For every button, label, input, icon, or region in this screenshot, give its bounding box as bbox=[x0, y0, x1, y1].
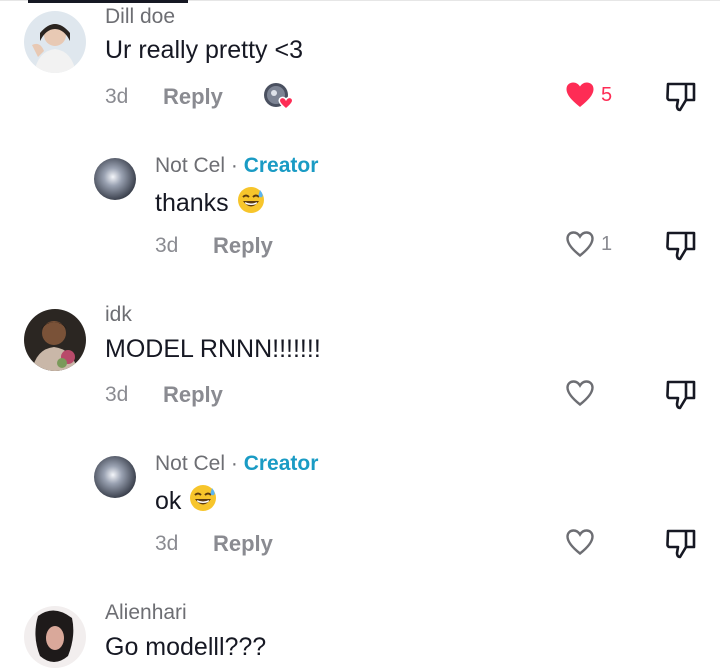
comment-text: MODEL RNNN!!!!!!! bbox=[105, 335, 321, 363]
comment-item: Alienhari Go modelll??? bbox=[0, 598, 720, 668]
username-text[interactable]: Not Cel bbox=[155, 452, 225, 475]
dislike-button[interactable] bbox=[664, 229, 698, 266]
reply-button[interactable]: Reply bbox=[163, 382, 223, 408]
comment-item: Dill doe Ur really pretty <3 3d Reply 5 bbox=[0, 0, 720, 130]
reply-button[interactable]: Reply bbox=[213, 531, 273, 557]
dislike-icon bbox=[666, 529, 696, 559]
comment-text: Go modelll??? bbox=[105, 633, 267, 661]
comment-username[interactable]: Not Cel · Creator bbox=[155, 452, 318, 476]
comment-username[interactable]: Alienhari bbox=[105, 601, 187, 625]
dislike-button[interactable] bbox=[664, 80, 698, 117]
heart-icon bbox=[566, 231, 594, 258]
like-count: 5 bbox=[601, 83, 613, 106]
dislike-button[interactable] bbox=[664, 527, 698, 564]
like-button[interactable]: 5 bbox=[565, 81, 612, 109]
badge-separator: · bbox=[225, 452, 244, 475]
comment-text-content: ok bbox=[155, 487, 182, 515]
creator-liked-icon bbox=[262, 82, 296, 112]
comment-username[interactable]: idk bbox=[105, 303, 132, 327]
reply-comment-item: Not Cel · Creator thanks 3d Reply 1 bbox=[0, 150, 720, 280]
avatar[interactable] bbox=[94, 158, 136, 200]
heart-icon bbox=[566, 82, 594, 107]
avatar[interactable] bbox=[24, 309, 86, 371]
badge-separator: · bbox=[225, 154, 244, 177]
comment-timestamp: 3d bbox=[105, 85, 129, 108]
dislike-icon bbox=[666, 380, 696, 410]
comment-text: Ur really pretty <3 bbox=[105, 36, 303, 64]
comment-text: ok bbox=[155, 484, 217, 519]
reply-button[interactable]: Reply bbox=[163, 84, 223, 110]
reply-button[interactable]: Reply bbox=[213, 233, 273, 259]
comment-item: idk MODEL RNNN!!!!!!! 3d Reply bbox=[0, 300, 720, 430]
dislike-icon bbox=[666, 82, 696, 112]
username-text[interactable]: Not Cel bbox=[155, 154, 225, 177]
avatar[interactable] bbox=[24, 606, 86, 668]
heart-icon bbox=[566, 380, 594, 407]
comment-text-content: thanks bbox=[155, 189, 229, 217]
reply-comment-item: Not Cel · Creator ok 3d Reply bbox=[0, 449, 720, 579]
avatar[interactable] bbox=[24, 11, 86, 73]
comment-username[interactable]: Dill doe bbox=[105, 5, 175, 29]
comment-timestamp: 3d bbox=[155, 234, 179, 257]
comment-timestamp: 3d bbox=[155, 532, 179, 555]
creator-badge: Creator bbox=[243, 154, 319, 177]
dislike-button[interactable] bbox=[664, 378, 698, 415]
creator-badge: Creator bbox=[243, 452, 319, 475]
comment-timestamp: 3d bbox=[105, 383, 129, 406]
comment-username[interactable]: Not Cel · Creator bbox=[155, 154, 318, 178]
sweat-smile-emoji bbox=[237, 186, 265, 221]
like-count: 1 bbox=[601, 232, 613, 255]
like-button[interactable]: 1 bbox=[565, 230, 612, 258]
like-button[interactable] bbox=[565, 379, 601, 407]
avatar[interactable] bbox=[94, 456, 136, 498]
comment-text: thanks bbox=[155, 186, 265, 221]
sweat-smile-emoji bbox=[189, 484, 217, 519]
dislike-icon bbox=[666, 231, 696, 261]
heart-icon bbox=[566, 529, 594, 556]
like-button[interactable] bbox=[565, 528, 601, 556]
